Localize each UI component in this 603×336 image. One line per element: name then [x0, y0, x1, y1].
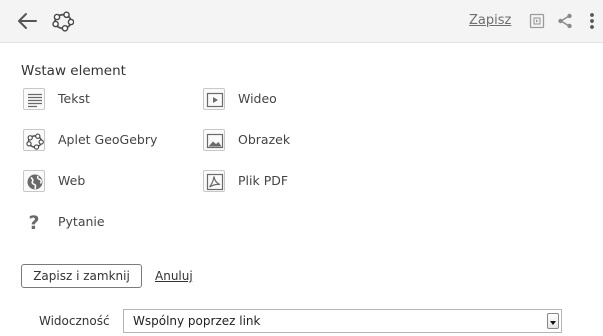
- cancel-link[interactable]: Anuluj: [155, 267, 193, 285]
- geogebra-applet-icon: [23, 129, 45, 151]
- preview-icon: [529, 13, 545, 29]
- insert-image-item[interactable]: Obrazek: [203, 129, 333, 153]
- save-link[interactable]: Zapisz: [469, 12, 511, 30]
- insert-text-label: Tekst: [58, 91, 90, 106]
- image-icon: [203, 129, 225, 151]
- visibility-selected-value: Wspólny poprzez link: [133, 314, 261, 328]
- back-button[interactable]: [15, 9, 39, 33]
- insert-pdf-item[interactable]: Plik PDF: [203, 170, 333, 194]
- insert-geogebra-applet-item[interactable]: Aplet GeoGebry: [23, 129, 183, 153]
- dropdown-arrow-button[interactable]: [547, 313, 559, 329]
- chevron-down-icon: [550, 321, 556, 325]
- insert-element-dialog: Zapisz Wstaw element Tekst Wideo Aplet G…: [0, 0, 603, 336]
- svg-text:?: ?: [28, 212, 39, 233]
- insert-text-item[interactable]: Tekst: [23, 88, 153, 112]
- question-icon: ?: [23, 211, 45, 233]
- save-and-close-button[interactable]: Zapisz i zamknij: [21, 264, 142, 288]
- text-icon: [23, 88, 45, 110]
- more-button[interactable]: [585, 12, 599, 30]
- visibility-select[interactable]: Wspólny poprzez link: [123, 309, 562, 333]
- video-icon: [203, 88, 225, 110]
- pdf-icon: [203, 170, 225, 192]
- share-icon: [558, 13, 572, 29]
- insert-image-label: Obrazek: [238, 132, 291, 147]
- share-button[interactable]: [556, 12, 574, 30]
- insert-web-label: Web: [58, 173, 86, 188]
- insert-geogebra-applet-label: Aplet GeoGebry: [58, 132, 158, 147]
- insert-web-item[interactable]: Web: [23, 170, 153, 194]
- insert-question-label: Pytanie: [58, 214, 105, 229]
- arrow-left-icon: [18, 13, 37, 29]
- insert-pdf-label: Plik PDF: [238, 173, 289, 188]
- geogebra-logo-icon: [52, 10, 75, 32]
- insert-question-item[interactable]: ? Pytanie: [23, 211, 153, 235]
- visibility-label: Widoczność: [39, 314, 110, 328]
- header-bar: Zapisz: [0, 0, 603, 43]
- insert-video-item[interactable]: Wideo: [203, 88, 333, 112]
- insert-element-title: Wstaw element: [21, 63, 126, 79]
- web-icon: [23, 170, 45, 192]
- insert-video-label: Wideo: [238, 91, 277, 106]
- preview-button[interactable]: [528, 12, 546, 30]
- more-vertical-icon: [590, 13, 594, 29]
